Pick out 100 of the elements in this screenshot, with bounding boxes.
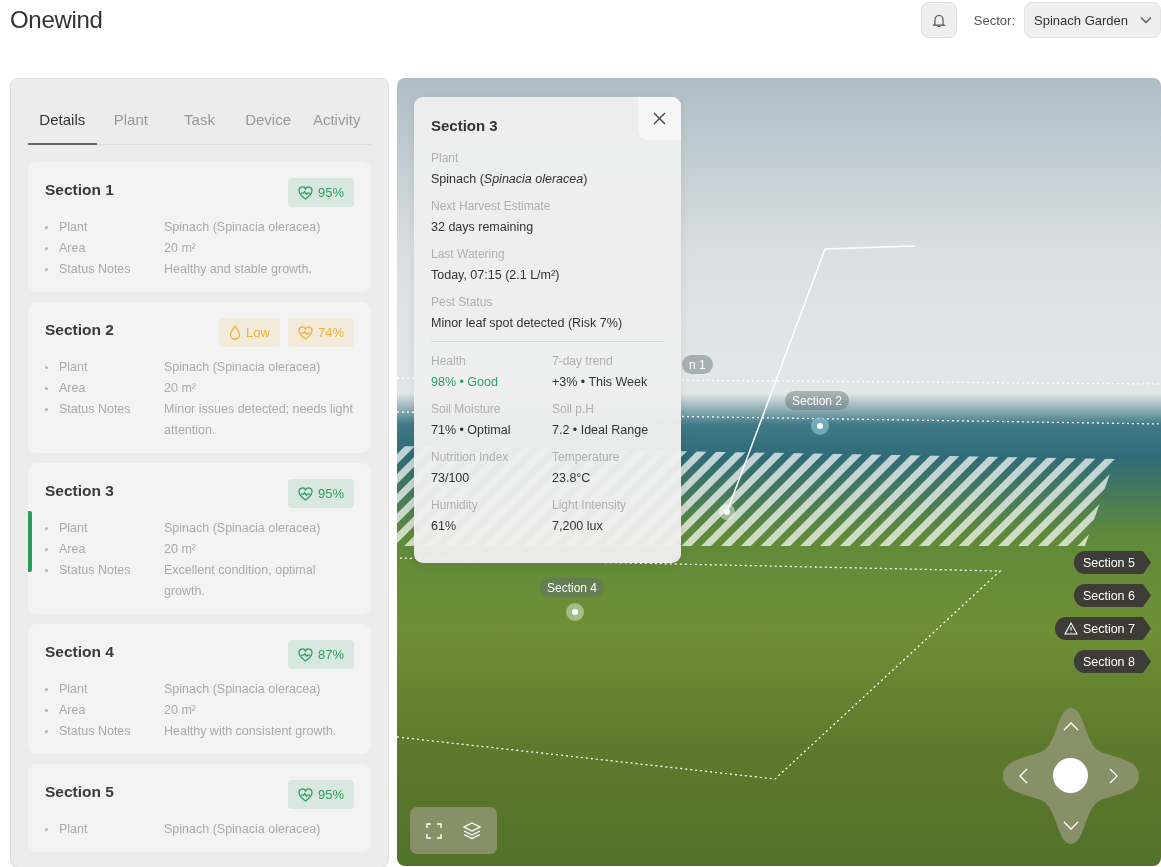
heart-icon: [297, 325, 313, 340]
health-badge: 74%: [287, 318, 354, 347]
row-value: Excellent condition, optimal growth.: [164, 562, 317, 600]
row-label: Plant: [59, 219, 89, 236]
section-title: Section 3: [45, 482, 114, 500]
section-title: Section 4: [45, 643, 114, 661]
health-badge: 87%: [287, 640, 354, 669]
row-value: Healthy with consistent growth.: [164, 723, 338, 740]
row-label: Area: [59, 380, 87, 397]
section-tag[interactable]: Section 8: [1073, 650, 1151, 673]
notifications-button[interactable]: [920, 2, 957, 38]
chevron-up-icon: [1063, 722, 1079, 731]
metric-value: +3% • This Week: [552, 375, 649, 389]
row-value: 20 m²: [164, 541, 197, 558]
row-label: Status Notes: [59, 261, 132, 278]
map-pin[interactable]: [566, 603, 584, 621]
bullet-dot: [45, 828, 48, 831]
metric-label: Humidity: [431, 498, 479, 512]
row-label: Plant: [59, 681, 89, 698]
metric-value: 23.8°C: [552, 471, 592, 485]
row-value: Minor issues detected; needs light attention.: [164, 401, 354, 439]
row-label: Plant: [59, 520, 89, 537]
metric-label: Health: [431, 354, 467, 368]
app-title: Onewind: [10, 6, 103, 34]
bullet-dot: [45, 688, 48, 691]
row-value: Spinach (Spinacia oleracea): [164, 219, 322, 236]
metric-value: 73/100: [431, 471, 471, 485]
heart-icon: [297, 647, 313, 662]
bullet-dot: [45, 247, 48, 250]
moisture-badge: Low: [219, 318, 280, 347]
metric-value: 71% • Optimal: [431, 423, 512, 437]
zone-label[interactable]: Section 4: [540, 578, 605, 597]
bullet-dot: [45, 268, 48, 271]
metric-label: Nutrition Index: [431, 450, 510, 464]
row-label: Plant: [59, 821, 89, 838]
tab[interactable]: Details: [28, 97, 97, 145]
bell-icon: [931, 12, 946, 28]
field-label: Last Watering: [431, 247, 506, 261]
bullet-dot: [45, 569, 48, 572]
close-button[interactable]: [638, 97, 681, 140]
heart-icon: [297, 787, 313, 802]
metric-value: 98% • Good: [431, 375, 499, 389]
bullet-dot: [45, 527, 48, 530]
bullet-dot: [45, 730, 48, 733]
row-label: Area: [59, 541, 87, 558]
metric-value: 61%: [431, 519, 458, 533]
row-label: Plant: [59, 359, 89, 376]
section-card[interactable]: Section 4 87% Plant Spinach (Spinacia oleracea) Area 20 m² Status Notes Healthy with consistent growth.: [28, 624, 371, 754]
field-value: Today, 07:15 (2.1 L/m²): [431, 268, 561, 282]
row-label: Status Notes: [59, 723, 132, 740]
warning-icon: [1063, 622, 1078, 635]
map-pin[interactable]: [719, 504, 735, 520]
health-badge: 95%: [287, 178, 354, 207]
section-title: Section 2: [45, 321, 114, 339]
metric-label: Light Intensity: [552, 498, 628, 512]
fullscreen-icon: [426, 822, 443, 839]
chevron-right-icon: [1109, 768, 1118, 784]
row-label: Area: [59, 702, 87, 719]
section-tag[interactable]: Section 6: [1073, 584, 1151, 607]
bullet-dot: [45, 366, 48, 369]
map-pin[interactable]: [811, 417, 829, 435]
sector-dropdown[interactable]: Spinach Garden: [1024, 2, 1161, 38]
row-label: Status Notes: [59, 401, 132, 418]
drop-icon: [229, 325, 242, 340]
row-label: Area: [59, 240, 87, 257]
layers-icon: [462, 821, 481, 840]
heart-icon: [297, 185, 313, 200]
close-icon: [653, 112, 666, 125]
metric-value: 7.2 • Ideal Range: [552, 423, 650, 437]
chevron-left-icon: [1019, 768, 1028, 784]
section-card[interactable]: Section 5 95% Plant Spinach (Spinacia oleracea): [28, 764, 371, 852]
field-label: Pest Status: [431, 295, 494, 309]
section-title: Section 5: [45, 783, 114, 801]
metric-label: Temperature: [552, 450, 621, 464]
bullet-dot: [45, 387, 48, 390]
metric-label: Soil p.H: [552, 402, 596, 416]
field-value: Spinach (Spinacia oleracea): [431, 172, 589, 186]
field-value: 32 days remaining: [431, 220, 535, 234]
row-value: Spinach (Spinacia oleracea): [164, 520, 322, 537]
section-card[interactable]: Section 2 Low 74% Plant Spinach (Spinacia oleracea) Area 20 m² Status Notes Minor issues detected; needs light attention.: [28, 302, 371, 453]
row-value: Healthy and stable growth.: [164, 261, 313, 278]
chevron-down-icon: [1140, 16, 1152, 24]
health-badge: 95%: [287, 780, 354, 809]
section-card[interactable]: Section 3 95% Plant Spinach (Spinacia oleracea) Area 20 m² Status Notes Excellent condition, optimal growth.: [28, 463, 371, 614]
metric-label: Soil Moisture: [431, 402, 502, 416]
bullet-dot: [45, 548, 48, 551]
popup-title: Section 3: [431, 117, 499, 134]
heart-icon: [297, 486, 313, 501]
bullet-dot: [45, 226, 48, 229]
metric-value: 7,200 lux: [552, 519, 604, 533]
row-value: 20 m²: [164, 240, 197, 257]
chevron-down-icon: [1063, 821, 1079, 830]
row-value: Spinach (Spinacia oleracea): [164, 821, 322, 838]
row-value: 20 m²: [164, 380, 197, 397]
section-card[interactable]: Section 1 95% Plant Spinach (Spinacia oleracea) Area 20 m² Status Notes Healthy and stable growth.: [28, 162, 371, 292]
field-label: Plant: [431, 151, 460, 165]
row-value: 20 m²: [164, 702, 197, 719]
section-tag[interactable]: Section 5: [1073, 551, 1151, 574]
field-label: Next Harvest Estimate: [431, 199, 552, 213]
section-tag[interactable]: Section 7: [1054, 617, 1151, 640]
